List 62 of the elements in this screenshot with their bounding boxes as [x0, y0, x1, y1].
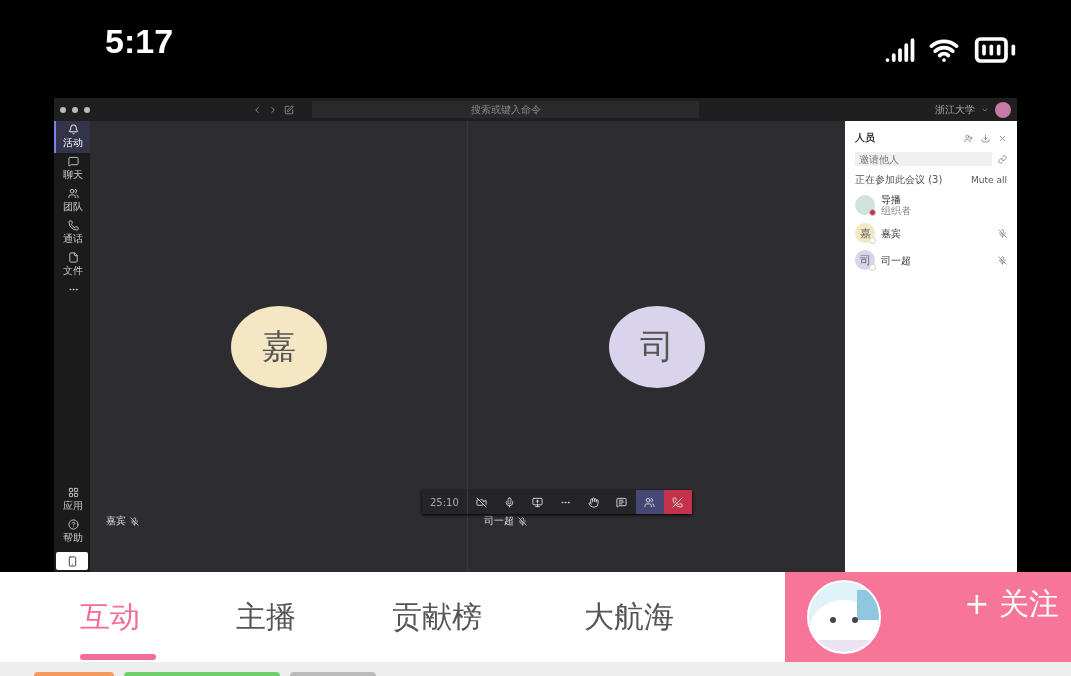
search-field[interactable]: 搜索或键入命令	[312, 101, 699, 118]
mic-off-icon[interactable]	[998, 228, 1007, 238]
rail-item[interactable]: 帮助	[54, 516, 90, 548]
link-icon[interactable]	[998, 154, 1007, 164]
download-icon[interactable]	[981, 133, 990, 143]
mic-off-icon	[130, 516, 139, 526]
window-dot[interactable]	[84, 106, 90, 113]
mic-icon	[504, 496, 516, 508]
rail-item[interactable]: 活动	[54, 121, 90, 153]
participant-name: 嘉宾	[106, 514, 126, 528]
forward-icon[interactable]	[268, 104, 278, 115]
tab[interactable]: 贡献榜	[392, 572, 584, 662]
mic-off-icon[interactable]	[998, 255, 1007, 265]
participant-avatar: 嘉	[230, 305, 327, 388]
help-icon	[67, 519, 79, 530]
compose-icon[interactable]	[284, 104, 294, 115]
hang-up-icon	[672, 496, 684, 508]
rail-item[interactable]: 文件	[54, 249, 90, 281]
panel-title: 人员	[855, 131, 875, 145]
hand-icon	[588, 496, 600, 508]
file-icon	[67, 252, 79, 263]
add-person-icon[interactable]	[964, 133, 973, 143]
device-button[interactable]	[56, 552, 88, 570]
participant-name: 司一超	[484, 514, 514, 528]
invite-field[interactable]: 邀请他人	[855, 152, 992, 166]
camera-off-icon	[476, 496, 488, 508]
chat-icon	[616, 496, 628, 508]
member-name[interactable]: 嘉宾	[881, 227, 992, 239]
window-dot[interactable]	[60, 106, 66, 113]
rail-item[interactable]: 聊天	[54, 153, 90, 185]
close-icon[interactable]	[998, 133, 1007, 143]
back-icon[interactable]	[252, 104, 262, 115]
member-name[interactable]: 导播	[881, 194, 1007, 205]
bell-icon	[67, 124, 79, 135]
user-avatar[interactable]	[995, 101, 1011, 118]
signal-icon	[885, 35, 915, 65]
mute-all-link[interactable]: Mute all	[971, 175, 1007, 185]
mic-off-icon	[518, 516, 527, 526]
call-button[interactable]	[635, 490, 664, 514]
section-heading[interactable]: 正在参加此会议 (3)	[855, 173, 966, 187]
team-icon	[67, 188, 79, 199]
rail-item[interactable]: 应用	[54, 484, 90, 516]
member-avatar: 司	[855, 250, 875, 270]
participant-avatar: 司	[608, 305, 705, 388]
member-name[interactable]: 司一超	[881, 254, 992, 266]
clock: 5:17	[105, 22, 174, 61]
rail-item[interactable]: 通话	[54, 217, 90, 249]
phone-icon	[67, 220, 79, 231]
tab[interactable]: 主播	[236, 572, 392, 662]
member-avatar: 嘉	[855, 223, 875, 243]
phone-icon	[66, 555, 78, 567]
tab[interactable]: 大航海	[584, 572, 744, 662]
apps-icon	[67, 487, 79, 498]
org-name[interactable]: 浙江大学	[935, 102, 975, 117]
window-dot[interactable]	[72, 106, 78, 113]
member-role: 组织者	[881, 205, 912, 216]
share-screen-icon	[532, 496, 544, 508]
people-icon	[644, 496, 656, 508]
rail-item[interactable]: 团队	[54, 185, 90, 217]
chat-icon	[67, 156, 79, 167]
call-timer: 25:10	[422, 490, 468, 514]
call-button[interactable]	[663, 490, 692, 514]
